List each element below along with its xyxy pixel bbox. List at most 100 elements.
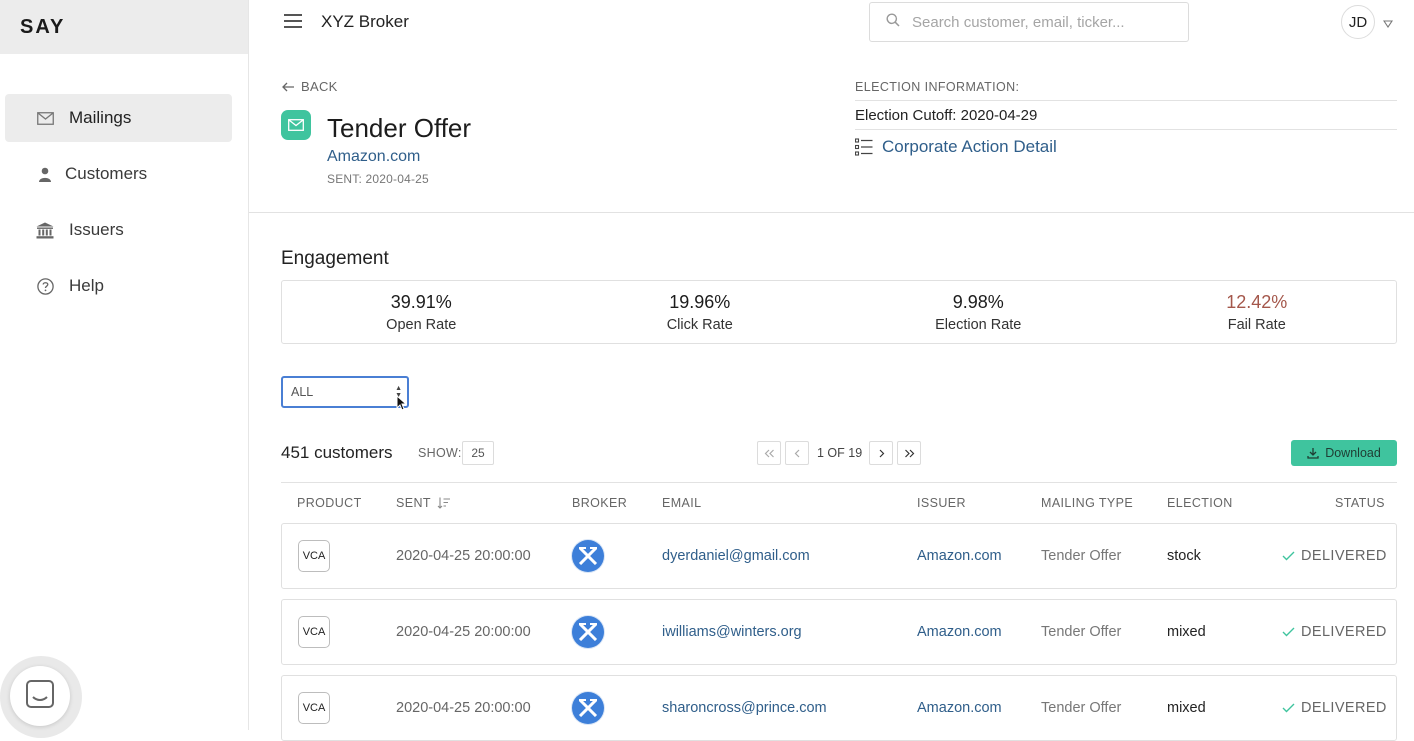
- app-title: XYZ Broker: [321, 12, 409, 31]
- show-label: SHOW:: [418, 446, 462, 460]
- metric-open-rate: 39.91% Open Rate: [282, 281, 561, 343]
- arrow-left-icon: [282, 82, 294, 91]
- metric-fail-rate: 12.42% Fail Rate: [1118, 281, 1397, 343]
- status-cell: DELIVERED: [1282, 676, 1387, 740]
- metric-value: 19.96%: [669, 292, 731, 312]
- chat-widget: [0, 656, 82, 738]
- menu-icon[interactable]: [284, 14, 302, 28]
- metric-value: 12.42%: [1226, 292, 1288, 312]
- election-cutoff: Election Cutoff: 2020-04-29: [855, 107, 1038, 124]
- sidebar-nav: Mailings Customers Issuers Help: [5, 94, 232, 318]
- issuer-link[interactable]: Amazon.com: [917, 524, 1002, 588]
- table-row[interactable]: VCA 2020-04-25 20:00:00 dyerdaniel@gmail…: [281, 523, 1397, 589]
- table-row[interactable]: VCA 2020-04-25 20:00:00 iwilliams@winter…: [281, 599, 1397, 665]
- sort-icon[interactable]: [437, 497, 451, 509]
- email-link[interactable]: dyerdaniel@gmail.com: [662, 524, 810, 588]
- bank-icon: [35, 220, 55, 240]
- check-icon: [1282, 703, 1295, 713]
- election-cell: stock: [1167, 548, 1201, 564]
- email-link[interactable]: sharoncross@prince.com: [662, 676, 827, 740]
- mail-icon: [35, 108, 55, 128]
- sent-cell: 2020-04-25 20:00:00: [396, 624, 531, 640]
- metric-label: Open Rate: [386, 317, 457, 333]
- check-icon: [1282, 551, 1295, 561]
- column-header-email[interactable]: EMAIL: [662, 496, 702, 510]
- section-divider: [249, 212, 1414, 213]
- metric-value: 39.91%: [390, 292, 452, 312]
- chevron-right-icon: [879, 449, 884, 457]
- chevron-left-icon: [794, 449, 799, 457]
- back-link[interactable]: BACK: [282, 79, 338, 94]
- column-header-sent[interactable]: SENT: [396, 496, 431, 510]
- sidebar-item-issuers[interactable]: Issuers: [5, 206, 232, 254]
- chevrons-left-icon: [764, 449, 774, 457]
- topbar: XYZ Broker JD: [249, 0, 1414, 44]
- engagement-title: Engagement: [281, 248, 389, 269]
- last-page-button[interactable]: [897, 441, 921, 465]
- issuer-link[interactable]: Amazon.com: [917, 600, 1002, 664]
- sidebar-item-customers[interactable]: Customers: [5, 150, 232, 198]
- help-icon: [35, 276, 55, 296]
- status-text: DELIVERED: [1301, 548, 1387, 564]
- sent-cell: 2020-04-25 20:00:00: [396, 548, 531, 564]
- download-button[interactable]: Download: [1291, 440, 1397, 466]
- mailing-type-cell: Tender Offer: [1041, 700, 1122, 716]
- metric-label: Click Rate: [666, 317, 733, 333]
- sidebar-item-help[interactable]: Help: [5, 262, 232, 310]
- product-badge: VCA: [298, 540, 330, 572]
- metric-value: 9.98%: [952, 292, 1004, 312]
- product-badge: VCA: [298, 692, 330, 724]
- status-cell: DELIVERED: [1282, 600, 1387, 664]
- chat-icon: [26, 679, 54, 713]
- issuer-link[interactable]: Amazon.com: [917, 676, 1002, 740]
- sidebar: SAY Mailings Customers Issuers Help: [0, 0, 249, 738]
- status-text: DELIVERED: [1301, 700, 1387, 716]
- chat-button[interactable]: [10, 666, 70, 726]
- table-divider: [281, 482, 1397, 483]
- product-badge: VCA: [298, 616, 330, 648]
- column-header-status[interactable]: STATUS: [1335, 496, 1385, 510]
- sent-date: SENT: 2020-04-25: [327, 172, 429, 186]
- download-label: Download: [1325, 446, 1381, 460]
- divider: [855, 129, 1397, 130]
- search-box[interactable]: [869, 2, 1189, 42]
- prev-page-button[interactable]: [785, 441, 809, 465]
- sidebar-item-mailings[interactable]: Mailings: [5, 94, 232, 142]
- metric-click-rate: 19.96% Click Rate: [561, 281, 840, 343]
- table-row[interactable]: VCA 2020-04-25 20:00:00 sharoncross@prin…: [281, 675, 1397, 741]
- metric-label: Fail Rate: [1227, 317, 1286, 333]
- page-size-select[interactable]: 25: [462, 441, 494, 465]
- mailing-type-cell: Tender Offer: [1041, 624, 1122, 640]
- column-header-product[interactable]: PRODUCT: [297, 496, 362, 510]
- sidebar-item-label: Mailings: [69, 108, 132, 127]
- check-icon: [1282, 627, 1295, 637]
- first-page-button[interactable]: [757, 441, 781, 465]
- sidebar-item-label: Customers: [65, 164, 148, 183]
- metric-label: Election Rate: [935, 317, 1022, 333]
- issuer-link[interactable]: Amazon.com: [327, 148, 420, 166]
- say-logo[interactable]: SAY: [20, 16, 65, 39]
- next-page-button[interactable]: [869, 441, 893, 465]
- sidebar-item-label: Help: [69, 276, 104, 295]
- election-cell: mixed: [1167, 700, 1206, 716]
- mailing-filter-select[interactable]: ALL ▲ ▼: [281, 376, 409, 408]
- page-indicator: 1 OF 19: [817, 446, 863, 460]
- broker-logo-icon: [572, 616, 604, 648]
- column-header-election[interactable]: ELECTION: [1167, 496, 1233, 510]
- sent-cell: 2020-04-25 20:00:00: [396, 700, 531, 716]
- corporate-action-detail-link[interactable]: Corporate Action Detail: [855, 137, 1057, 157]
- chevrons-right-icon: [904, 449, 914, 457]
- page-title: Tender Offer: [327, 113, 472, 143]
- user-avatar[interactable]: JD: [1341, 5, 1375, 39]
- column-header-issuer[interactable]: ISSUER: [917, 496, 966, 510]
- divider: [855, 100, 1397, 101]
- search-icon: [886, 13, 900, 32]
- list-icon: [855, 138, 873, 156]
- chevron-down-icon[interactable]: [1382, 15, 1394, 33]
- logo-bar: SAY: [0, 0, 248, 54]
- search-input[interactable]: [912, 13, 1172, 31]
- download-icon: [1307, 448, 1319, 459]
- column-header-mailing-type[interactable]: MAILING TYPE: [1041, 496, 1133, 510]
- column-header-broker[interactable]: BROKER: [572, 496, 627, 510]
- email-link[interactable]: iwilliams@winters.org: [662, 600, 802, 664]
